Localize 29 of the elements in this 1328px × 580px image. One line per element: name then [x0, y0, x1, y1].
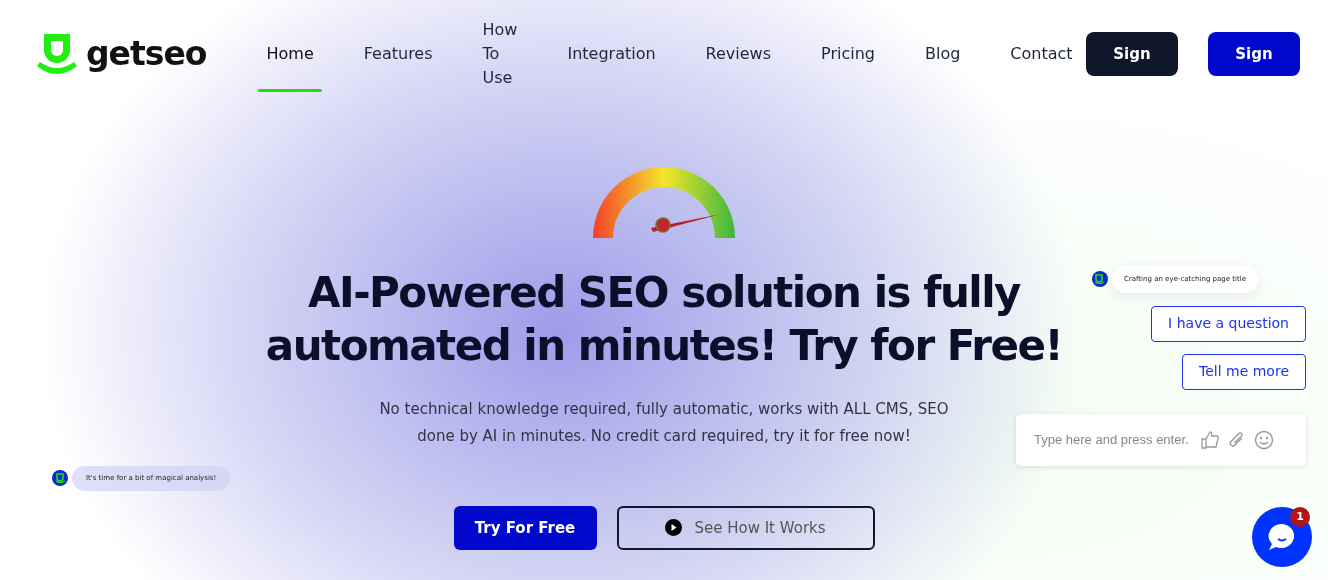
headline: AI-Powered SEO solution is fully automated in minutes! Try for Free! [264, 267, 1064, 372]
sign-button[interactable]: Sign [1086, 32, 1178, 76]
quick-reply-button[interactable]: I have a question [1151, 305, 1306, 342]
chat-launcher-button[interactable] [1252, 507, 1312, 567]
bot-avatar-icon [1091, 271, 1108, 288]
smiley-icon[interactable] [1254, 429, 1274, 450]
unread-badge: 1 [1290, 507, 1310, 527]
bot-avatar-icon [52, 470, 68, 487]
active-underline [258, 89, 322, 92]
sign-button[interactable]: Sign [1208, 32, 1300, 76]
logo-icon [36, 32, 78, 76]
paperclip-icon[interactable] [1228, 429, 1246, 450]
subtitle: No technical knowledge required, fully automatic, works with ALL CMS, SEO done by AI in minutes. No credit card required, try it for free now! [378, 399, 950, 447]
nav-link[interactable]: Pricing [817, 42, 879, 66]
play-icon [665, 518, 683, 536]
brand-logo[interactable]: getseo [36, 29, 207, 79]
try-free-button[interactable]: Try For Free [453, 506, 597, 550]
quick-reply-button[interactable]: Tell me more [1182, 353, 1306, 390]
nav-link[interactable]: Reviews [701, 42, 776, 66]
nav-link[interactable]: Blog [920, 42, 965, 66]
message-field[interactable]: Type here and press enter.. [1032, 428, 1192, 451]
nav-link[interactable]: How To Use [478, 18, 522, 90]
thumbs-up-icon[interactable] [1200, 429, 1220, 450]
chat-bubble-icon [1267, 522, 1297, 552]
nav-link[interactable]: Integration [563, 42, 660, 66]
watch-video-button[interactable]: See How It Works [616, 506, 875, 550]
nav-link[interactable]: Features [359, 42, 437, 66]
nav-link[interactable]: Home [262, 42, 318, 66]
nav-link[interactable]: Contact [1006, 42, 1077, 66]
